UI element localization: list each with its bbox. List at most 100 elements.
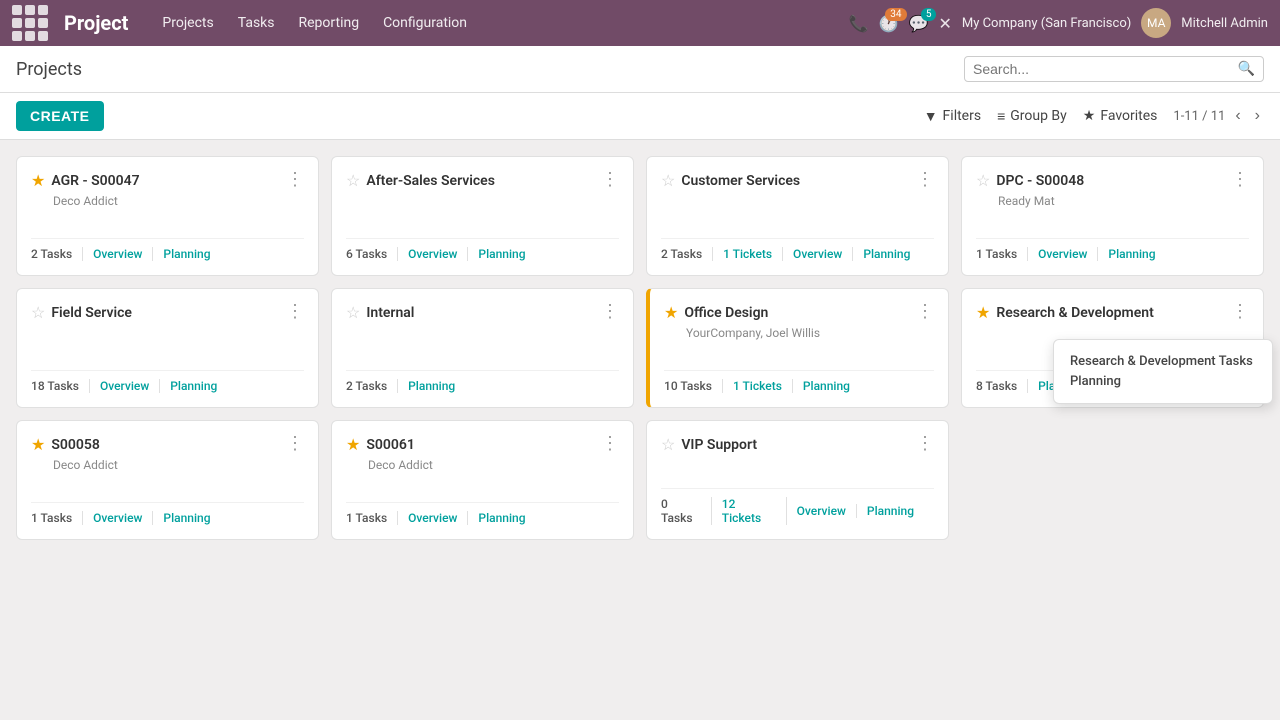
card-title: After-Sales Services (366, 173, 495, 189)
dots-menu-button[interactable]: ⋮ (601, 435, 619, 453)
card-title-row: ☆ Internal (346, 303, 414, 322)
project-card-s00061[interactable]: ★ S00061 ⋮ Deco Addict 1 TasksOverviewPl… (331, 420, 634, 540)
chat-icon[interactable]: 💬 5 (909, 14, 929, 33)
card-link-planning[interactable]: Planning (867, 504, 924, 518)
menu-projects[interactable]: Projects (152, 9, 223, 37)
dots-menu-button[interactable]: ⋮ (916, 435, 934, 453)
app-menu-icon[interactable] (12, 5, 48, 41)
star-toggle[interactable]: ☆ (346, 303, 360, 322)
card-tasks: 10 Tasks (664, 379, 723, 393)
project-card-internal[interactable]: ☆ Internal ⋮ 2 TasksPlanning (331, 288, 634, 408)
menu-configuration[interactable]: Configuration (373, 9, 477, 37)
star-toggle[interactable]: ☆ (31, 303, 45, 322)
filters-button[interactable]: ▼ Filters (924, 108, 981, 125)
card-link-overview[interactable]: Overview (408, 247, 468, 261)
star-toggle[interactable]: ☆ (661, 171, 675, 190)
create-button[interactable]: CREATE (16, 101, 104, 131)
card-link-planning[interactable]: Planning (478, 511, 535, 525)
project-card-after-sales[interactable]: ☆ After-Sales Services ⋮ 6 TasksOverview… (331, 156, 634, 276)
card-title: Office Design (684, 305, 768, 321)
page-title: Projects (16, 59, 82, 80)
card-header: ☆ Field Service ⋮ (31, 303, 304, 322)
prev-page-button[interactable]: ‹ (1231, 105, 1244, 127)
star-toggle[interactable]: ☆ (661, 435, 675, 454)
star-toggle[interactable]: ☆ (976, 171, 990, 190)
dots-menu-button[interactable]: ⋮ (286, 303, 304, 321)
project-card-field-service[interactable]: ☆ Field Service ⋮ 18 Tasks Overview Planni… (16, 288, 319, 408)
star-toggle[interactable]: ★ (31, 171, 45, 190)
dots-menu-button[interactable]: ⋮ (916, 171, 934, 189)
card-tasks: 0 Tasks (661, 497, 712, 525)
card-link-planning[interactable]: Planning (803, 379, 860, 393)
card-title: S00061 (366, 437, 415, 453)
project-card-agr[interactable]: ★ AGR - S00047 ⋮ Deco Addict 2 TasksOver… (16, 156, 319, 276)
phone-icon[interactable]: 📞 (849, 14, 869, 33)
card-subtitle: YourCompany, Joel Willis (686, 326, 934, 340)
card-footer: 10 Tasks 1 Tickets Planning (664, 370, 934, 393)
card-title-row: ★ Research & Development (976, 303, 1154, 322)
close-icon[interactable]: ✕ (938, 14, 951, 33)
menu-reporting[interactable]: Reporting (289, 9, 370, 37)
card-title: Customer Services (681, 173, 800, 189)
card-header: ★ Office Design ⋮ (664, 303, 934, 322)
card-link-planning[interactable]: Planning (863, 247, 920, 261)
search-box[interactable]: 🔍 (964, 56, 1264, 82)
favorites-button[interactable]: ★ Favorites (1083, 108, 1158, 124)
card-extra[interactable]: 12 Tickets (722, 497, 787, 525)
star-toggle[interactable]: ★ (976, 303, 990, 322)
card-link-planning[interactable]: Planning (1108, 247, 1165, 261)
card-tasks: 18 Tasks (31, 379, 90, 393)
card-link-overview[interactable]: Overview (797, 504, 857, 518)
main-content: ★ AGR - S00047 ⋮ Deco Addict 2 TasksOver… (0, 140, 1280, 556)
dots-menu-button[interactable]: ⋮ (1231, 303, 1249, 321)
card-link-overview[interactable]: Overview (100, 379, 160, 393)
dots-menu-button[interactable]: ⋮ (1231, 171, 1249, 189)
card-link-overview[interactable]: Overview (93, 247, 153, 261)
card-link-overview[interactable]: Overview (1038, 247, 1098, 261)
toolbar-right: ▼ Filters ≡ Group By ★ Favorites 1-11 / … (924, 105, 1264, 127)
card-subtitle: Deco Addict (53, 194, 304, 208)
project-card-dpc[interactable]: ☆ DPC - S00048 ⋮ Ready Mat 1 TasksOvervi… (961, 156, 1264, 276)
card-title: AGR - S00047 (51, 173, 139, 189)
card-link-planning[interactable]: Planning (408, 379, 465, 393)
subheader: Projects 🔍 (0, 46, 1280, 93)
dots-menu-button[interactable]: ⋮ (286, 171, 304, 189)
project-card-vip-support[interactable]: ☆ VIP Support ⋮ 0 Tasks12 TicketsOvervie… (646, 420, 949, 540)
dots-menu-button[interactable]: ⋮ (286, 435, 304, 453)
dots-menu-button[interactable]: ⋮ (601, 303, 619, 321)
project-card-customer-services[interactable]: ☆ Customer Services ⋮ 2 Tasks1 TicketsOv… (646, 156, 949, 276)
card-link-overview[interactable]: Overview (93, 511, 153, 525)
clock-icon[interactable]: 🕐 34 (879, 14, 899, 33)
search-input[interactable] (973, 61, 1238, 77)
card-extra[interactable]: 1 Tickets (733, 379, 793, 393)
card-link-planning[interactable]: Planning (170, 379, 227, 393)
card-footer: 2 TasksPlanning (346, 370, 619, 393)
project-card-office-design[interactable]: ★ Office Design ⋮ YourCompany, Joel Will… (646, 288, 949, 408)
card-link-planning[interactable]: Planning (163, 247, 220, 261)
star-toggle[interactable]: ★ (31, 435, 45, 454)
main-menu: Projects Tasks Reporting Configuration (152, 9, 840, 37)
card-header: ☆ Internal ⋮ (346, 303, 619, 322)
star-toggle[interactable]: ☆ (346, 171, 360, 190)
project-card-s00058[interactable]: ★ S00058 ⋮ Deco Addict 1 TasksOverviewPl… (16, 420, 319, 540)
card-link-overview[interactable]: Overview (793, 247, 853, 261)
dots-menu-button[interactable]: ⋮ (601, 171, 619, 189)
card-link-overview[interactable]: Overview (408, 511, 468, 525)
menu-tasks[interactable]: Tasks (228, 9, 285, 37)
card-link-planning[interactable]: Planning (163, 511, 220, 525)
tooltip-text: Research & Development Tasks Planning (1070, 352, 1256, 391)
star-icon: ★ (1083, 108, 1096, 124)
project-card-research[interactable]: ★ Research & Development ⋮ 8 TasksPlanni… (961, 288, 1264, 408)
toolbar: CREATE ▼ Filters ≡ Group By ★ Favorites … (0, 93, 1280, 140)
next-page-button[interactable]: › (1251, 105, 1264, 127)
card-title-row: ☆ DPC - S00048 (976, 171, 1084, 190)
card-header: ★ Research & Development ⋮ (976, 303, 1249, 322)
star-toggle[interactable]: ★ (346, 435, 360, 454)
groupby-icon: ≡ (997, 108, 1005, 125)
groupby-button[interactable]: ≡ Group By (997, 108, 1067, 125)
star-toggle[interactable]: ★ (664, 303, 678, 322)
card-link-planning[interactable]: Planning (478, 247, 535, 261)
avatar[interactable]: MA (1141, 8, 1171, 38)
dots-menu-button[interactable]: ⋮ (916, 303, 934, 321)
card-extra[interactable]: 1 Tickets (723, 247, 783, 261)
